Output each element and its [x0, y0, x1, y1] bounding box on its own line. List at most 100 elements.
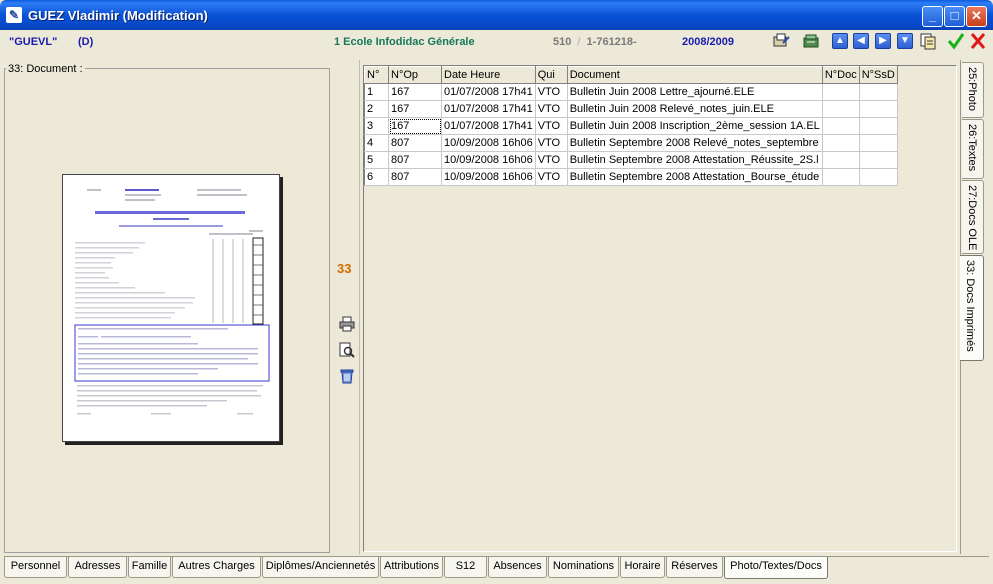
tab-diplomes[interactable]: Diplômes/Anciennetés — [262, 557, 379, 578]
delete-icon[interactable] — [339, 368, 355, 384]
cell-ndoc — [821, 134, 860, 152]
cell-n: 2 — [364, 100, 389, 118]
table-row[interactable]: 2 167 01/07/2008 17h41 VTO Bulletin Juin… — [364, 100, 898, 118]
cell-qui: VTO — [534, 168, 568, 186]
tab-photo[interactable]: 25:Photo — [962, 62, 984, 118]
document-panel-label: 33: Document : — [6, 63, 85, 75]
cell-n: 1 — [364, 83, 389, 101]
tab-docs-ole[interactable]: 27:Docs OLE — [962, 180, 984, 254]
table-row[interactable]: 1 167 01/07/2008 17h41 VTO Bulletin Juin… — [364, 83, 898, 101]
cell-qui: VTO — [534, 134, 568, 152]
tab-reserves[interactable]: Réserves — [666, 557, 723, 578]
col-qui[interactable]: Qui — [534, 66, 568, 84]
cell-nssd — [858, 100, 898, 118]
cell-nssd — [858, 151, 898, 169]
maximize-button[interactable]: □ — [944, 6, 965, 27]
cell-document: Bulletin Juin 2008 Relevé_notes_juin.ELE — [566, 100, 823, 118]
arrow-down-icon[interactable]: ▼ — [895, 31, 915, 51]
cell-op: 807 — [388, 151, 442, 169]
tab-docs-imprimes[interactable]: 33: Docs Imprimés — [960, 255, 984, 361]
arrow-right-icon[interactable]: ▶ — [873, 31, 893, 51]
close-button[interactable]: ✕ — [966, 6, 987, 27]
cell-document: Bulletin Juin 2008 Inscription_2ème_sess… — [566, 117, 823, 135]
tab-personnel[interactable]: Personnel — [4, 557, 67, 578]
tab-s12[interactable]: S12 — [444, 557, 487, 578]
cell-n: 6 — [364, 168, 389, 186]
window-title: GUEZ Vladimir (Modification) — [28, 8, 208, 23]
cell-n: 3 — [364, 117, 389, 135]
table-row-selected[interactable]: 3 167 01/07/2008 17h41 VTO Bulletin Juin… — [364, 117, 898, 135]
col-n[interactable]: N° — [364, 66, 389, 84]
app-icon[interactable]: ✎ — [6, 7, 22, 23]
cell-op: 167 — [388, 117, 442, 135]
cancel-x-icon[interactable] — [968, 31, 988, 51]
number-part1: 510 — [553, 36, 572, 48]
cell-n: 4 — [364, 134, 389, 152]
validate-check-icon[interactable] — [946, 31, 966, 51]
number-part2: 1-761218- — [586, 36, 637, 48]
grid-header-row: N° N°Op Date Heure Qui Document N°Doc N°… — [364, 66, 898, 84]
cell-ndoc — [821, 168, 860, 186]
cell-op: 807 — [388, 134, 442, 152]
cell-date: 01/07/2008 17h41 — [441, 100, 536, 118]
archive-icon[interactable] — [801, 31, 821, 51]
tab-photo-textes-docs[interactable]: Photo/Textes/Docs — [724, 557, 828, 579]
col-nssd[interactable]: N°SsD — [858, 66, 898, 84]
tab-autres-charges[interactable]: Autres Charges — [172, 557, 261, 578]
person-status: (D) — [78, 36, 94, 48]
school-name: 1 Ecole Infodidac Générale — [334, 36, 475, 48]
cell-date: 10/09/2008 16h06 — [441, 168, 536, 186]
tab-docs-ole-label: 27:Docs OLE — [966, 185, 978, 251]
arrow-left-icon[interactable]: ◀ — [851, 31, 871, 51]
cell-ndoc — [821, 151, 860, 169]
cell-date: 10/09/2008 16h06 — [441, 134, 536, 152]
school-year: 2008/2009 — [682, 36, 734, 48]
cell-qui: VTO — [534, 100, 568, 118]
copy-icon[interactable] — [918, 31, 938, 51]
cell-nssd — [858, 83, 898, 101]
cell-document: Bulletin Septembre 2008 Attestation_Bour… — [566, 168, 823, 186]
document-count: 33 — [337, 261, 352, 276]
table-row[interactable]: 6 807 10/09/2008 16h06 VTO Bulletin Sept… — [364, 168, 898, 186]
person-number: 510 / 1-761218- — [553, 36, 637, 48]
col-document[interactable]: Document — [566, 66, 823, 84]
cell-qui: VTO — [534, 117, 568, 135]
col-date[interactable]: Date Heure — [441, 66, 536, 84]
table-row[interactable]: 4 807 10/09/2008 16h06 VTO Bulletin Sept… — [364, 134, 898, 152]
arrow-up-icon[interactable]: ▲ — [830, 31, 850, 51]
tab-nominations[interactable]: Nominations — [548, 557, 619, 578]
cell-ndoc — [821, 100, 860, 118]
tab-horaire[interactable]: Horaire — [620, 557, 665, 578]
person-code: "GUEVL" — [9, 36, 58, 48]
cell-n: 5 — [364, 151, 389, 169]
table-row[interactable]: 5 807 10/09/2008 16h06 VTO Bulletin Sept… — [364, 151, 898, 169]
preview-icon[interactable] — [339, 342, 355, 358]
tab-absences[interactable]: Absences — [488, 557, 547, 578]
col-ndoc[interactable]: N°Doc — [821, 66, 860, 84]
cell-nssd — [858, 134, 898, 152]
tab-adresses[interactable]: Adresses — [68, 557, 127, 578]
col-op[interactable]: N°Op — [388, 66, 442, 84]
tab-textes-label: 26:Textes — [966, 124, 978, 172]
cell-qui: VTO — [534, 83, 568, 101]
cell-date: 01/07/2008 17h41 — [441, 117, 536, 135]
cell-ndoc — [821, 117, 860, 135]
tab-textes[interactable]: 26:Textes — [962, 119, 984, 179]
print-icon[interactable] — [339, 316, 355, 332]
tab-famille[interactable]: Famille — [128, 557, 171, 578]
cell-nssd — [858, 117, 898, 135]
tab-attributions[interactable]: Attributions — [380, 557, 443, 578]
documents-grid: N° N°Op Date Heure Qui Document N°Doc N°… — [364, 66, 898, 186]
cell-nssd — [858, 168, 898, 186]
cell-date: 01/07/2008 17h41 — [441, 83, 536, 101]
number-separator: / — [577, 36, 581, 48]
minimize-button[interactable]: _ — [922, 6, 943, 27]
action-strip — [333, 60, 360, 554]
title-bar: ✎ GUEZ Vladimir (Modification) _ □ ✕ — [0, 0, 993, 30]
cell-op: 167 — [388, 100, 442, 118]
edit-doc-icon[interactable] — [771, 31, 791, 51]
tab-docs-imprimes-label: 33: Docs Imprimés — [964, 260, 976, 352]
cell-document: Bulletin Septembre 2008 Attestation_Réus… — [566, 151, 823, 169]
cell-ndoc — [821, 83, 860, 101]
document-thumbnail[interactable] — [62, 174, 280, 442]
